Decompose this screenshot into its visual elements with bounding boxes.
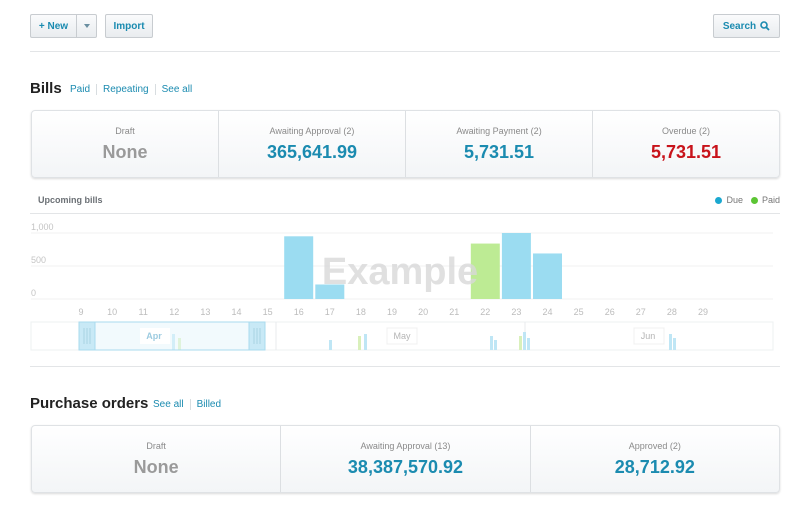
upcoming-bills-chart: Example 0 500 1,000 9 10 11 12 13 14 15 16 17 18 19 2…: [30, 222, 774, 351]
x-tick-label: 13: [200, 307, 210, 317]
divider: [30, 51, 780, 52]
bills-stat-awaiting-approval[interactable]: Awaiting Approval (2) 365,641.99: [219, 111, 406, 177]
x-tick-label: 17: [325, 307, 335, 317]
stat-label: Awaiting Payment (2): [456, 125, 542, 136]
purchase-orders-links: See all Billed: [153, 399, 221, 410]
navigator-spike: [523, 332, 526, 350]
navigator-spike: [527, 338, 530, 350]
x-tick-label: 26: [605, 307, 615, 317]
stat-value: 28,712.92: [614, 456, 695, 477]
example-watermark: Example: [322, 251, 478, 293]
link-separator: [96, 84, 98, 95]
bills-stat-awaiting-payment[interactable]: Awaiting Payment (2) 5,731.51: [406, 111, 593, 177]
x-tick-label: 28: [667, 307, 677, 317]
bills-stat-draft[interactable]: Draft None: [32, 111, 219, 177]
po-stat-awaiting-approval[interactable]: Awaiting Approval (13) 38,387,570.92: [281, 426, 531, 492]
stat-value: 5,731.51: [463, 141, 535, 162]
x-tick-label: 21: [449, 307, 459, 317]
bills-link-repeating[interactable]: Repeating: [103, 84, 149, 95]
purchase-orders-title: Purchase orders: [30, 395, 149, 412]
stat-value: 38,387,570.92: [347, 456, 464, 477]
month-label-may: May: [393, 331, 411, 341]
stat-value: None: [133, 456, 179, 477]
x-tick-label: 11: [139, 307, 148, 317]
month-label-apr: Apr: [146, 331, 162, 341]
x-tick-label: 18: [356, 307, 366, 317]
x-tick-label: 10: [107, 307, 117, 317]
chevron-down-icon: [83, 24, 90, 28]
divider: [30, 366, 780, 367]
bills-title: Bills: [30, 80, 62, 97]
x-tick-label: 24: [542, 307, 552, 317]
stat-label: Overdue (2): [661, 125, 711, 136]
x-tick-label: 20: [418, 307, 428, 317]
x-tick-label: 22: [480, 307, 490, 317]
legend-due-label: Due: [726, 195, 743, 205]
po-stat-approved[interactable]: Approved (2) 28,712.92: [531, 426, 779, 492]
x-tick-label: 14: [231, 307, 241, 317]
stat-label: Approved (2): [628, 440, 681, 451]
chart-title: Upcoming bills: [38, 195, 103, 205]
search-icon: [760, 21, 770, 31]
x-tick-label: 27: [636, 307, 646, 317]
navigator-spike: [669, 334, 672, 350]
bills-summary-panel: Draft None Awaiting Approval (2) 365,641…: [31, 110, 780, 178]
legend-due-dot: [715, 196, 723, 204]
navigator-spike: [329, 340, 332, 350]
bills-stat-overdue[interactable]: Overdue (2) 5,731.51: [593, 111, 779, 177]
stat-label: Awaiting Approval (2): [269, 125, 355, 136]
y-tick-label: 1,000: [31, 222, 54, 232]
y-tick-label: 0: [31, 288, 36, 298]
x-tick-label: 25: [574, 307, 584, 317]
legend-paid-label: Paid: [761, 195, 780, 205]
timeline-navigator[interactable]: Apr May Jun: [30, 321, 774, 351]
stat-label: Draft: [146, 440, 166, 451]
new-button[interactable]: + New: [30, 14, 76, 38]
upcoming-bills-header: Upcoming bills Due Paid: [30, 190, 780, 214]
month-label-jun: Jun: [641, 331, 656, 341]
stat-value: None: [102, 141, 148, 162]
bills-link-see-all[interactable]: See all: [162, 84, 193, 95]
chart-legend: Due Paid: [715, 195, 780, 205]
new-dropdown-button[interactable]: [76, 14, 97, 38]
bar-due-24[interactable]: [533, 253, 562, 299]
x-tick-label: 15: [263, 307, 273, 317]
bills-links: Paid Repeating See all: [70, 84, 192, 95]
import-button-label: Import: [113, 20, 145, 32]
navigator-spike: [519, 336, 522, 350]
x-tick-label: 29: [698, 307, 708, 317]
bar-due-23[interactable]: [501, 233, 531, 299]
po-link-see-all[interactable]: See all: [153, 399, 184, 410]
bills-link-paid[interactable]: Paid: [70, 84, 90, 95]
navigator-spike: [673, 338, 676, 350]
navigator-spike: [490, 336, 493, 350]
stat-label: Awaiting Approval (13): [360, 440, 451, 451]
purchase-orders-summary-panel: Draft None Awaiting Approval (13) 38,387…: [31, 425, 780, 493]
stat-value: 5,731.51: [650, 141, 722, 162]
new-button-label: + New: [38, 20, 69, 32]
search-button[interactable]: Search: [713, 14, 780, 38]
navigator-spike: [358, 336, 361, 350]
stat-label: Draft: [115, 125, 135, 136]
x-tick-label: 19: [387, 307, 397, 317]
x-tick-label: 23: [511, 307, 521, 317]
navigator-selection[interactable]: [78, 321, 266, 351]
legend-paid-dot: [750, 196, 758, 204]
link-separator: [154, 84, 156, 95]
stat-value: 365,641.99: [266, 141, 358, 162]
navigator-spike: [494, 340, 497, 350]
y-tick-label: 500: [31, 255, 46, 265]
navigator-spike: [364, 334, 367, 350]
po-link-billed[interactable]: Billed: [197, 399, 221, 410]
search-button-label: Search: [722, 20, 757, 32]
po-stat-draft[interactable]: Draft None: [32, 426, 282, 492]
import-button[interactable]: Import: [105, 14, 153, 38]
x-tick-label: 16: [294, 307, 304, 317]
link-separator: [189, 399, 191, 410]
bar-due-16[interactable]: [284, 236, 314, 299]
x-tick-label: 12: [169, 307, 179, 317]
x-tick-label: 9: [78, 307, 83, 317]
